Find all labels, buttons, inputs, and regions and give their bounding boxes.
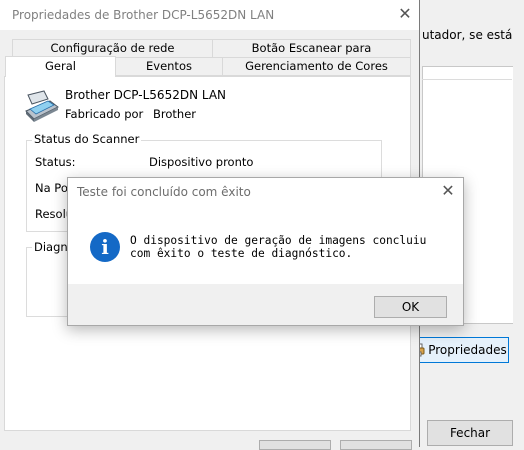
properties-title: Propriedades de Brother DCP-L5652DN LAN [12, 8, 275, 22]
message-box: Teste foi concluído com êxito ✕ i O disp… [67, 177, 464, 326]
dialog-bottom-button-1[interactable] [259, 440, 331, 450]
message-text: O dispositivo de geração de imagens conc… [130, 234, 427, 260]
scanner-icon [25, 90, 59, 122]
message-box-title: Teste foi concluído com êxito [77, 185, 251, 199]
manufacturer-label: Fabricado por [65, 107, 144, 121]
close-icon[interactable]: ✕ [439, 182, 457, 200]
ok-button[interactable]: OK [374, 296, 447, 318]
properties-button[interactable]: Propriedades [409, 337, 509, 363]
tab-events[interactable]: Eventos [115, 57, 223, 76]
status-label: Status: [35, 155, 76, 169]
background-text: utador, se está [422, 28, 513, 42]
properties-button-label: Propriedades [428, 343, 507, 357]
manufacturer-value: Brother [153, 107, 197, 121]
background-divider [422, 79, 512, 80]
close-icon[interactable]: ✕ [396, 5, 414, 23]
tab-general[interactable]: Geral [5, 56, 116, 77]
status-value: Dispositivo pronto [149, 155, 254, 169]
info-icon: i [90, 232, 120, 262]
close-window-button[interactable]: Fechar [427, 420, 513, 446]
tab-scan-button[interactable]: Botão Escanear para [212, 39, 411, 58]
dialog-bottom-button-2[interactable] [340, 440, 412, 450]
tab-color-management[interactable]: Gerenciamento de Cores [222, 57, 411, 76]
properties-titlebar[interactable]: Propriedades de Brother DCP-L5652DN LAN … [0, 0, 419, 30]
scanner-status-legend: Status do Scanner [32, 132, 142, 146]
device-name: Brother DCP-L5652DN LAN [65, 88, 227, 102]
